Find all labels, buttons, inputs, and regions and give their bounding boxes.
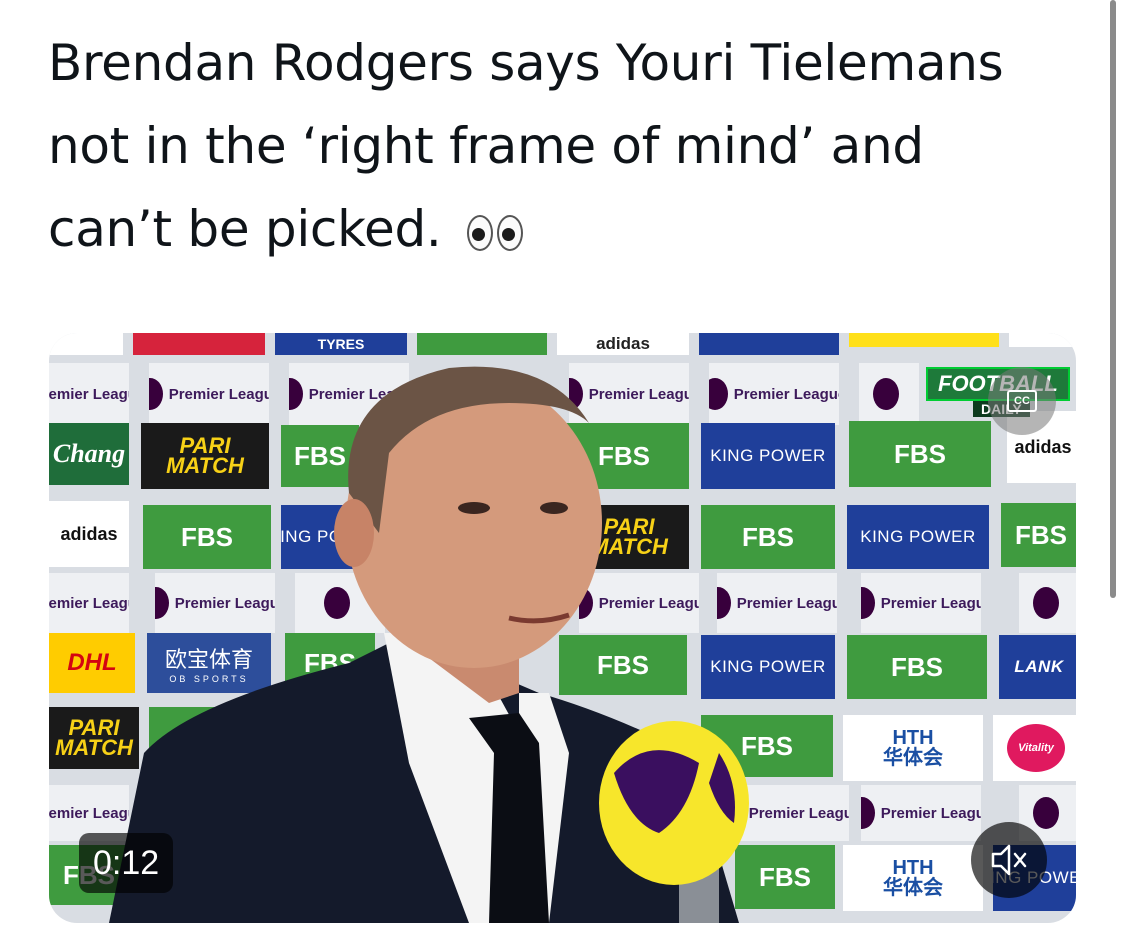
closed-captions-icon: CC (1007, 390, 1037, 412)
video-timestamp: 0:12 (79, 833, 174, 893)
eyes-emoji-icon (467, 214, 524, 251)
interviewee (109, 366, 749, 923)
scrollbar[interactable] (1110, 0, 1116, 598)
tweet-body: Brendan Rodgers says Youri Tielemans not… (48, 34, 1004, 258)
speaker-muted-icon (991, 844, 1027, 876)
mute-button[interactable] (971, 822, 1047, 898)
video-player[interactable]: TYRES adidas Premier League Premier Leag… (49, 333, 1076, 923)
tweet-text: Brendan Rodgers says Youri Tielemans not… (48, 22, 1058, 271)
closed-captions-button[interactable]: CC (988, 367, 1056, 435)
